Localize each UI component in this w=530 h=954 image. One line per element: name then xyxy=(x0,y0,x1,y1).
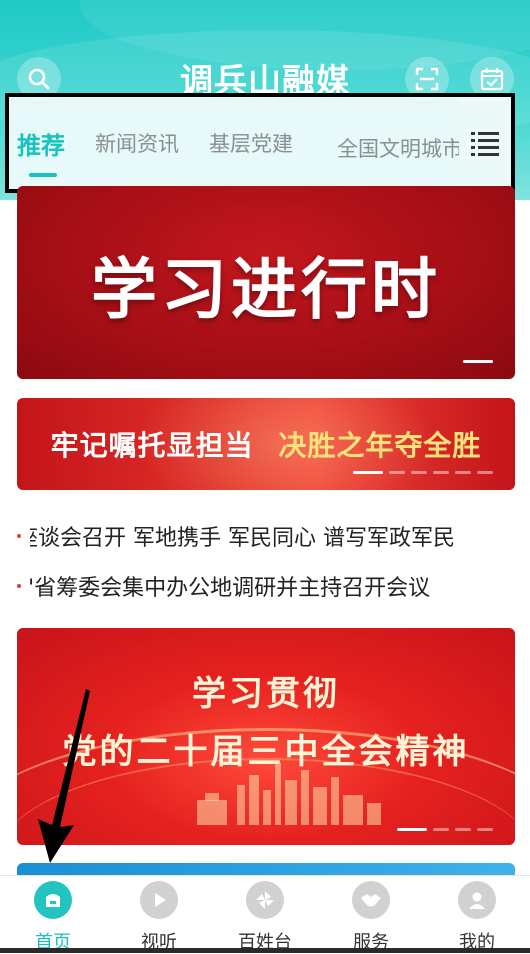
banner-study-progress[interactable]: 学习进行时 xyxy=(17,186,515,379)
play-icon xyxy=(140,881,178,919)
pager-dot xyxy=(411,471,427,474)
banner-slogan: 牢记嘱托显担当 决胜之年夺全胜 xyxy=(17,424,515,464)
banner-indicator xyxy=(463,360,493,363)
tab-clip: 全国文明城市 xyxy=(329,97,469,189)
banner-carousel[interactable]: 牢记嘱托显担当 决胜之年夺全胜 xyxy=(17,398,515,490)
ticker-text: "省筹委会集中办公地调研并主持召开会议 xyxy=(30,576,431,601)
pager-dot xyxy=(455,828,471,831)
bullet-icon xyxy=(17,584,21,588)
pager-dot xyxy=(477,471,493,474)
tab-news[interactable]: 新闻资讯 xyxy=(95,128,179,158)
scan-icon xyxy=(415,67,439,91)
news-ticker-item[interactable]: "省筹委会集中办公地调研并主持召开会议 xyxy=(0,564,530,608)
banner-title: 学习进行时 xyxy=(91,251,441,328)
tab-civilized-city[interactable]: 全国文明城市 xyxy=(337,133,463,163)
tab-party-building[interactable]: 基层党建 xyxy=(209,128,293,158)
tab-recommend[interactable]: 推荐 xyxy=(17,126,65,177)
pager-dot xyxy=(455,471,471,474)
banner-slogan-part2: 决胜之年夺全胜 xyxy=(278,429,482,462)
user-icon xyxy=(458,881,496,919)
channel-tab-bar: 推荐 新闻资讯 基层党建 全国文明城市 xyxy=(5,93,515,193)
pager-dot xyxy=(477,828,493,831)
pinwheel-icon xyxy=(246,881,284,919)
skyline-illustration xyxy=(197,763,381,825)
ticker-text: 座谈会召开 军地携手 军民同心 谱写军政军民 xyxy=(30,526,455,551)
carousel-pager xyxy=(353,471,493,474)
nav-community[interactable]: 百姓台 xyxy=(212,876,318,954)
nav-profile[interactable]: 我的 xyxy=(424,876,530,954)
nav-media[interactable]: 视听 xyxy=(106,876,212,954)
channel-tabs: 推荐 新闻资讯 基层党建 xyxy=(9,97,323,189)
carousel-pager xyxy=(397,828,493,831)
bullet-icon xyxy=(17,534,21,538)
banner-slogan-part1: 牢记嘱托显担当 xyxy=(50,429,254,462)
home-icon xyxy=(34,881,72,919)
pager-dot xyxy=(433,828,449,831)
nav-home[interactable]: 首页 xyxy=(0,876,106,954)
handshake-icon xyxy=(352,881,390,919)
pager-dot xyxy=(433,471,449,474)
channel-menu-button[interactable] xyxy=(459,97,511,189)
pager-dot-active xyxy=(353,471,383,474)
pointer-arrow-icon xyxy=(38,689,90,863)
pager-dot xyxy=(389,471,405,474)
list-menu-icon xyxy=(471,132,499,156)
nav-services[interactable]: 服务 xyxy=(318,876,424,954)
pager-dot-active xyxy=(397,828,427,831)
calendar-check-icon xyxy=(480,68,504,91)
system-bar xyxy=(0,948,530,953)
news-ticker-item[interactable]: 座谈会召开 军地携手 军民同心 谱写军政军民 xyxy=(0,514,530,558)
bottom-navigation: 首页 视听 百姓台 服务 我的 xyxy=(0,875,530,954)
